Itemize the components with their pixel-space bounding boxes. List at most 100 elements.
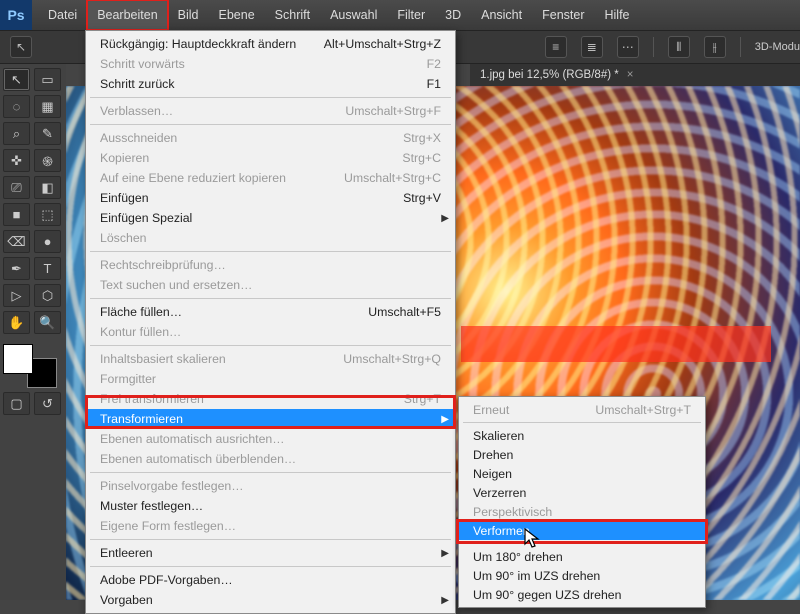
bearbeiten-menu-item[interactable]: EinfügenStrg+V	[86, 188, 455, 208]
foreground-color[interactable]	[3, 344, 33, 374]
zoom-tool[interactable]: 🔍	[34, 311, 61, 334]
brush-tool[interactable]: ֍	[34, 149, 61, 172]
transformieren-item[interactable]: Neigen	[459, 464, 705, 483]
menu-item-shortcut: Umschalt+Strg+Q	[343, 352, 441, 366]
menu-item-label: Perspektivisch	[473, 505, 552, 519]
bearbeiten-menu-item: Formgitter	[86, 369, 455, 389]
bearbeiten-menu-item[interactable]: Fläche füllen…Umschalt+F5	[86, 302, 455, 322]
close-icon[interactable]: ×	[627, 69, 634, 81]
screenmode-tool[interactable]: ↺	[34, 392, 61, 415]
menu-item-label: Einfügen Spezial	[100, 211, 192, 225]
tools-panel: ↖ ▭ ◌ ▦ ⌕ ✎ ✜ ֍ ⎚ ◧ ■ ⬚ ⌫ ● ✒ T ▷ ⬡ ✋ 🔍 …	[0, 64, 66, 600]
menu-ebene[interactable]: Ebene	[209, 0, 265, 30]
transformieren-item[interactable]: Um 90° gegen UZS drehen	[459, 585, 705, 604]
blur-tool[interactable]: ⬚	[34, 203, 61, 226]
canvas-selection-overlay	[461, 326, 771, 362]
menu-datei[interactable]: Datei	[38, 0, 87, 30]
transformieren-item[interactable]: Um 90° im UZS drehen	[459, 566, 705, 585]
bearbeiten-menu-item: Ebenen automatisch ausrichten…	[86, 429, 455, 449]
menu-auswahl[interactable]: Auswahl	[320, 0, 387, 30]
menu-item-label: Einfügen	[100, 191, 149, 205]
align-icon[interactable]: ≣	[581, 36, 603, 58]
dodge-tool[interactable]: ●	[34, 230, 61, 253]
menu-item-label: Um 180° drehen	[473, 550, 563, 564]
align-icon[interactable]: ≡	[545, 36, 567, 58]
menu-item-label: Erneut	[473, 403, 509, 417]
distribute-icon[interactable]: ⫲	[704, 36, 726, 58]
move-tool[interactable]: ↖	[3, 68, 30, 91]
artboard-tool[interactable]: ▭	[34, 68, 61, 91]
menu-ansicht[interactable]: Ansicht	[471, 0, 532, 30]
menu-fenster[interactable]: Fenster	[532, 0, 594, 30]
bearbeiten-menu-item[interactable]: Transformieren▶	[86, 409, 455, 429]
marquee-tool[interactable]: ▦	[34, 95, 61, 118]
shape-tool[interactable]: ⬡	[34, 284, 61, 307]
bearbeiten-menu-item[interactable]: Muster festlegen…	[86, 496, 455, 516]
menu-item-label: Rechtschreibprüfung…	[100, 258, 226, 272]
transformieren-item[interactable]: Verzerren	[459, 483, 705, 502]
menu-item-label: Verformen	[473, 524, 530, 538]
menu-item-label: Neigen	[473, 467, 512, 481]
menu-item-label: Schritt vorwärts	[100, 57, 185, 71]
menu-item-label: Muster festlegen…	[100, 499, 203, 513]
menu-item-label: Kopieren	[100, 151, 149, 165]
menu-item-shortcut: Umschalt+F5	[368, 305, 441, 319]
hand-tool[interactable]: ✋	[3, 311, 30, 334]
menu-schrift[interactable]: Schrift	[265, 0, 320, 30]
menu-item-label: Ebenen automatisch überblenden…	[100, 452, 296, 466]
bearbeiten-menu-item[interactable]: Adobe PDF-Vorgaben…	[86, 570, 455, 590]
bearbeiten-menu-item: Verblassen…Umschalt+Strg+F	[86, 101, 455, 121]
transformieren-item[interactable]: Verformen	[459, 521, 705, 540]
transformieren-item[interactable]: Drehen	[459, 445, 705, 464]
bearbeiten-menu-item[interactable]: Rückgängig: Hauptdeckkraft ändernAlt+Ums…	[86, 34, 455, 54]
menu-item-label: Ebenen automatisch ausrichten…	[100, 432, 285, 446]
eraser-tool[interactable]: ⌫	[3, 230, 30, 253]
menu-item-label: Inhaltsbasiert skalieren	[100, 352, 226, 366]
transformieren-item[interactable]: Skalieren	[459, 426, 705, 445]
menu-item-shortcut: Umschalt+Strg+C	[344, 171, 441, 185]
bearbeiten-menu-item: Eigene Form festlegen…	[86, 516, 455, 536]
healing-tool[interactable]: ✜	[3, 149, 30, 172]
bearbeiten-menu-item[interactable]: Einfügen Spezial ▶	[86, 208, 455, 228]
bearbeiten-menu-item: Pinselvorgabe festlegen…	[86, 476, 455, 496]
bearbeiten-menu-item: Rechtschreibprüfung…	[86, 255, 455, 275]
crop-tool[interactable]: ⌕	[3, 122, 30, 145]
menu-item-label: Eigene Form festlegen…	[100, 519, 236, 533]
align-icon[interactable]: ⋯	[617, 36, 639, 58]
type-tool[interactable]: T	[34, 257, 61, 280]
path-select-tool[interactable]: ▷	[3, 284, 30, 307]
history-brush-tool[interactable]: ◧	[34, 176, 61, 199]
document-tab[interactable]: 1.jpg bei 12,5% (RGB/8#) * ×	[470, 64, 800, 86]
transformieren-submenu: ErneutUmschalt+Strg+TSkalierenDrehenNeig…	[458, 396, 706, 608]
menu-item-label: Kontur füllen…	[100, 325, 181, 339]
bearbeiten-menu-item: Auf eine Ebene reduziert kopierenUmschal…	[86, 168, 455, 188]
menu-hilfe[interactable]: Hilfe	[595, 0, 640, 30]
clone-stamp-tool[interactable]: ⎚	[3, 176, 30, 199]
submenu-arrow-icon: ▶	[441, 213, 449, 224]
bearbeiten-menu-item[interactable]: Schritt zurückF1	[86, 74, 455, 94]
menu-filter[interactable]: Filter	[387, 0, 435, 30]
pen-tool[interactable]: ✒	[3, 257, 30, 280]
transformieren-item[interactable]: Um 180° drehen	[459, 547, 705, 566]
menu-3d[interactable]: 3D	[435, 0, 471, 30]
gradient-tool[interactable]: ■	[3, 203, 30, 226]
lasso-tool[interactable]: ◌	[3, 95, 30, 118]
color-swatches[interactable]	[3, 344, 57, 388]
menu-bild[interactable]: Bild	[168, 0, 209, 30]
distribute-icon[interactable]: ⫴	[668, 36, 690, 58]
document-tab-title: 1.jpg bei 12,5% (RGB/8#) *	[480, 69, 619, 81]
menu-item-label: Formgitter	[100, 372, 156, 386]
menu-item-label: Drehen	[473, 448, 513, 462]
bearbeiten-menu-item[interactable]: Vorgaben▶	[86, 590, 455, 610]
eyedropper-tool[interactable]: ✎	[34, 122, 61, 145]
bearbeiten-menu-item: Inhaltsbasiert skalieren Umschalt+Strg+Q	[86, 349, 455, 369]
quickmask-tool[interactable]: ▢	[3, 392, 30, 415]
menu-item-label: Verblassen…	[100, 104, 173, 118]
bearbeiten-menu-item[interactable]: Entleeren▶	[86, 543, 455, 563]
menu-item-shortcut: F1	[427, 77, 441, 91]
mode-label: 3D-Modu	[755, 41, 800, 53]
menu-item-label: Löschen	[100, 231, 147, 245]
bearbeiten-menu-item: Kontur füllen…	[86, 322, 455, 342]
menu-bearbeiten[interactable]: Bearbeiten	[87, 0, 167, 30]
bearbeiten-menu-item: Löschen	[86, 228, 455, 248]
